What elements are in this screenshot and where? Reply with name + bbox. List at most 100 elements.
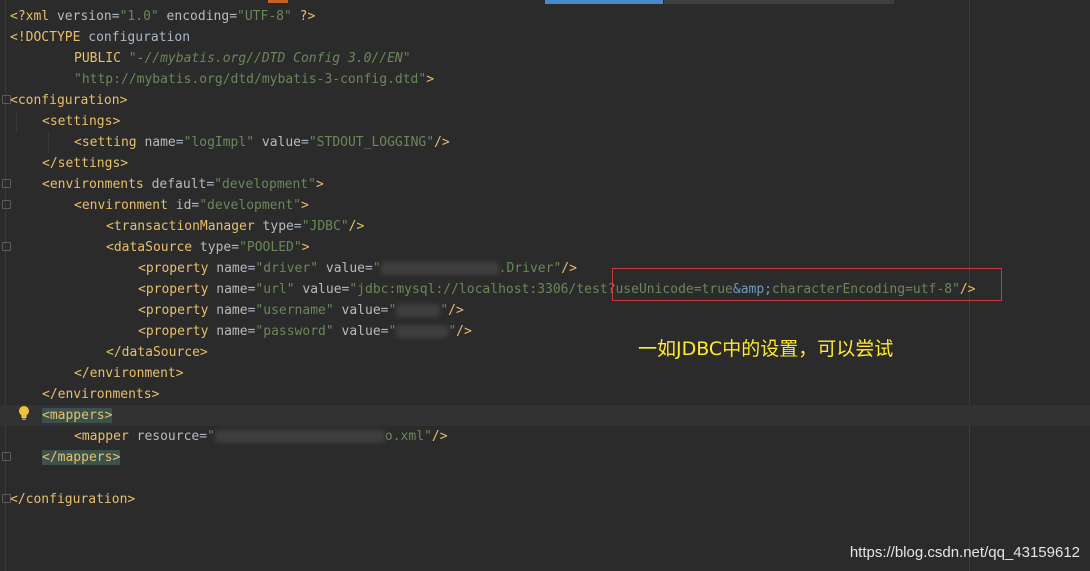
attr-name: value bbox=[254, 135, 302, 150]
attr-name: value bbox=[333, 324, 381, 339]
code-line: <setting name="logImpl" value="STDOUT_LO… bbox=[10, 132, 1090, 153]
equals: = bbox=[380, 324, 389, 339]
attr-value: .Driver" bbox=[498, 261, 562, 276]
attr-name: encoding bbox=[158, 9, 230, 24]
indent-guide bbox=[48, 132, 49, 153]
attr-value: "STDOUT_LOGGING" bbox=[308, 135, 435, 150]
xml-decl-close: ?> bbox=[291, 9, 316, 24]
redacted-value bbox=[396, 325, 449, 338]
code-line: <configuration> bbox=[10, 90, 1090, 111]
doctype-close: > bbox=[426, 72, 435, 87]
code-line: </environments> bbox=[10, 384, 1090, 405]
doctype-open: <!DOCTYPE bbox=[10, 30, 81, 45]
settings-open-tag: <settings> bbox=[42, 114, 121, 129]
code-line: <!DOCTYPE configuration bbox=[10, 27, 1090, 48]
configuration-open-tag: <configuration> bbox=[10, 93, 128, 108]
attr-value: " bbox=[207, 429, 215, 444]
attr-value: o.xml" bbox=[384, 429, 432, 444]
highlight-box bbox=[612, 268, 1002, 301]
code-line: </dataSource> bbox=[10, 342, 1090, 363]
environment-tag: <environment bbox=[74, 198, 168, 213]
code-line: <dataSource type="POOLED"> bbox=[10, 237, 1090, 258]
code-line: <mapper resource=" o.xml"/> bbox=[10, 426, 1090, 447]
attr-name: default bbox=[143, 177, 207, 192]
annotation-text: 一如JDBC中的设置，可以尝试 bbox=[638, 338, 894, 360]
code-line: </environment> bbox=[10, 363, 1090, 384]
attr-value: " bbox=[372, 261, 381, 276]
code-line: PUBLIC "-//mybatis.org//DTD Config 3.0//… bbox=[10, 48, 1090, 69]
redacted-value bbox=[214, 430, 385, 443]
editor-tab[interactable] bbox=[664, 0, 894, 4]
attr-value: " bbox=[388, 303, 397, 318]
attr-name: name bbox=[208, 282, 248, 297]
datasource-close-tag: </dataSource> bbox=[106, 345, 208, 360]
code-line: </settings> bbox=[10, 153, 1090, 174]
lightbulb-icon[interactable] bbox=[18, 405, 30, 421]
attr-value: "url" bbox=[255, 282, 295, 297]
attr-value: "driver" bbox=[255, 261, 319, 276]
doctype-name: configuration bbox=[80, 30, 191, 45]
attr-name: resource bbox=[128, 429, 200, 444]
redacted-value bbox=[380, 262, 499, 275]
equals: = bbox=[293, 219, 302, 234]
equals: = bbox=[365, 261, 373, 276]
code-line: "http://mybatis.org/dtd/mybatis-3-config… bbox=[10, 69, 1090, 90]
equals: = bbox=[301, 135, 309, 150]
code-line: <property name="password" value=" "/> bbox=[10, 321, 1090, 342]
xml-decl-open: <?xml bbox=[10, 9, 57, 24]
property-tag: <property bbox=[138, 303, 209, 318]
environment-close-tag: </environment> bbox=[74, 366, 184, 381]
attr-value: "POOLED" bbox=[239, 240, 302, 255]
attr-value: "password" bbox=[255, 324, 334, 339]
tag-close: > bbox=[315, 177, 324, 192]
attr-name: value bbox=[294, 282, 342, 297]
tag-close: > bbox=[300, 198, 309, 213]
code-line: <settings> bbox=[10, 111, 1090, 132]
attr-name: name bbox=[136, 135, 176, 150]
code-editor[interactable]: <?xml version="1.0" encoding="UTF-8" ?> … bbox=[0, 6, 1090, 510]
equals: = bbox=[229, 9, 238, 24]
indent-guide bbox=[16, 111, 17, 132]
equals: = bbox=[111, 9, 120, 24]
attr-name: id bbox=[167, 198, 192, 213]
code-line: </configuration> bbox=[10, 489, 1090, 510]
equals: = bbox=[380, 303, 389, 318]
attr-name: version bbox=[56, 9, 112, 24]
watermark: https://blog.csdn.net/qq_43159612 bbox=[849, 544, 1080, 561]
attr-name: value bbox=[318, 261, 366, 276]
attr-value: " bbox=[388, 324, 397, 339]
tag-close: /> bbox=[348, 219, 365, 234]
attr-value: " bbox=[440, 303, 449, 318]
code-line: <transactionManager type="JDBC"/> bbox=[10, 216, 1090, 237]
attr-value: "1.0" bbox=[119, 9, 159, 24]
attr-name: value bbox=[333, 303, 381, 318]
editor-tab-xml[interactable] bbox=[268, 0, 288, 3]
property-tag: <property bbox=[138, 261, 209, 276]
code-line: <?xml version="1.0" encoding="UTF-8" ?> bbox=[10, 6, 1090, 27]
equals: = bbox=[199, 429, 208, 444]
equals: = bbox=[231, 240, 240, 255]
mapper-tag: <mapper bbox=[74, 429, 129, 444]
mappers-open-tag: <mappers> bbox=[42, 408, 113, 423]
code-line: <environments default="development"> bbox=[10, 174, 1090, 195]
doctype-system-id: "http://mybatis.org/dtd/mybatis-3-config… bbox=[74, 72, 427, 87]
datasource-tag: <dataSource bbox=[106, 240, 193, 255]
attr-name: name bbox=[208, 303, 248, 318]
attr-name: name bbox=[208, 324, 248, 339]
doctype-public-id: "-//mybatis.org//DTD Config 3.0//EN" bbox=[128, 51, 411, 66]
editor-tab-active[interactable] bbox=[545, 0, 663, 4]
mappers-close-tag: </mappers> bbox=[42, 450, 121, 465]
tag-close: /> bbox=[448, 303, 464, 318]
environments-tag: <environments bbox=[42, 177, 144, 192]
doctype-public-keyword: PUBLIC bbox=[74, 51, 129, 66]
code-line: <property name="username" value=" "/> bbox=[10, 300, 1090, 321]
attr-value: "development" bbox=[199, 198, 301, 213]
attr-value: "username" bbox=[255, 303, 334, 318]
code-line-current: <mappers> bbox=[0, 405, 1090, 426]
redacted-value bbox=[396, 304, 441, 317]
setting-tag: <setting bbox=[74, 135, 137, 150]
attr-value: "logImpl" bbox=[183, 135, 255, 150]
code-line: <environment id="development"> bbox=[10, 195, 1090, 216]
tag-close: /> bbox=[456, 324, 472, 339]
